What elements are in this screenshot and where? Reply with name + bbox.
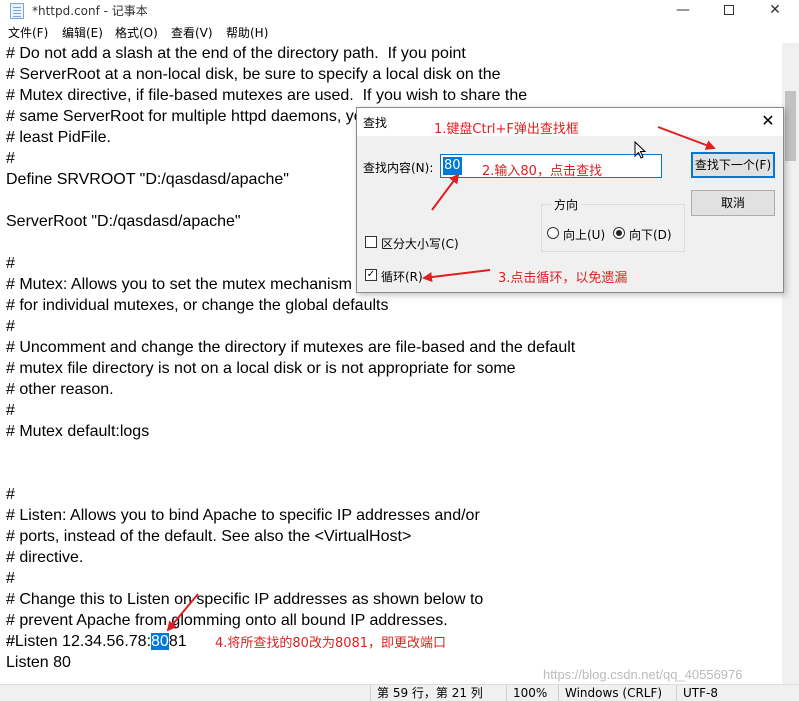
- annotation-arrows: [166, 126, 716, 632]
- arrow-to-wrap-checkbox: [422, 269, 491, 283]
- arrow-to-highlight: [166, 593, 199, 632]
- arrow-to-find-next: [657, 126, 716, 150]
- arrow-to-find-input: [431, 173, 460, 211]
